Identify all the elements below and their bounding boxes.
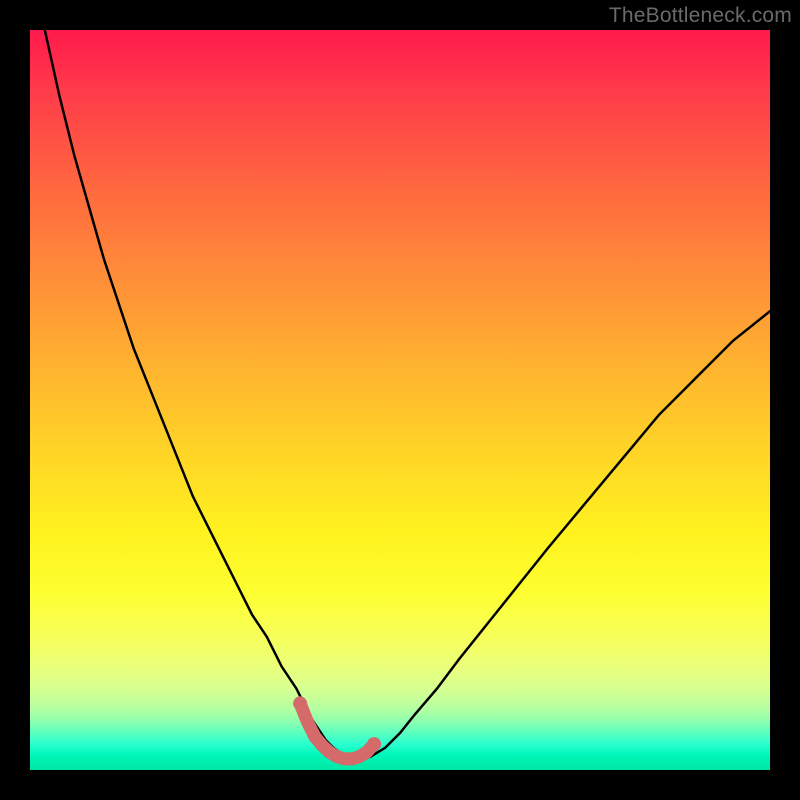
chart-frame: TheBottleneck.com (0, 0, 800, 800)
flat-region-endpoint (293, 696, 307, 710)
bottleneck-curve (30, 30, 770, 770)
flat-region-marker (300, 703, 374, 759)
plot-area (30, 30, 770, 770)
curve-line (30, 0, 770, 759)
watermark-text: TheBottleneck.com (609, 4, 792, 28)
flat-region-endpoint (367, 737, 381, 751)
